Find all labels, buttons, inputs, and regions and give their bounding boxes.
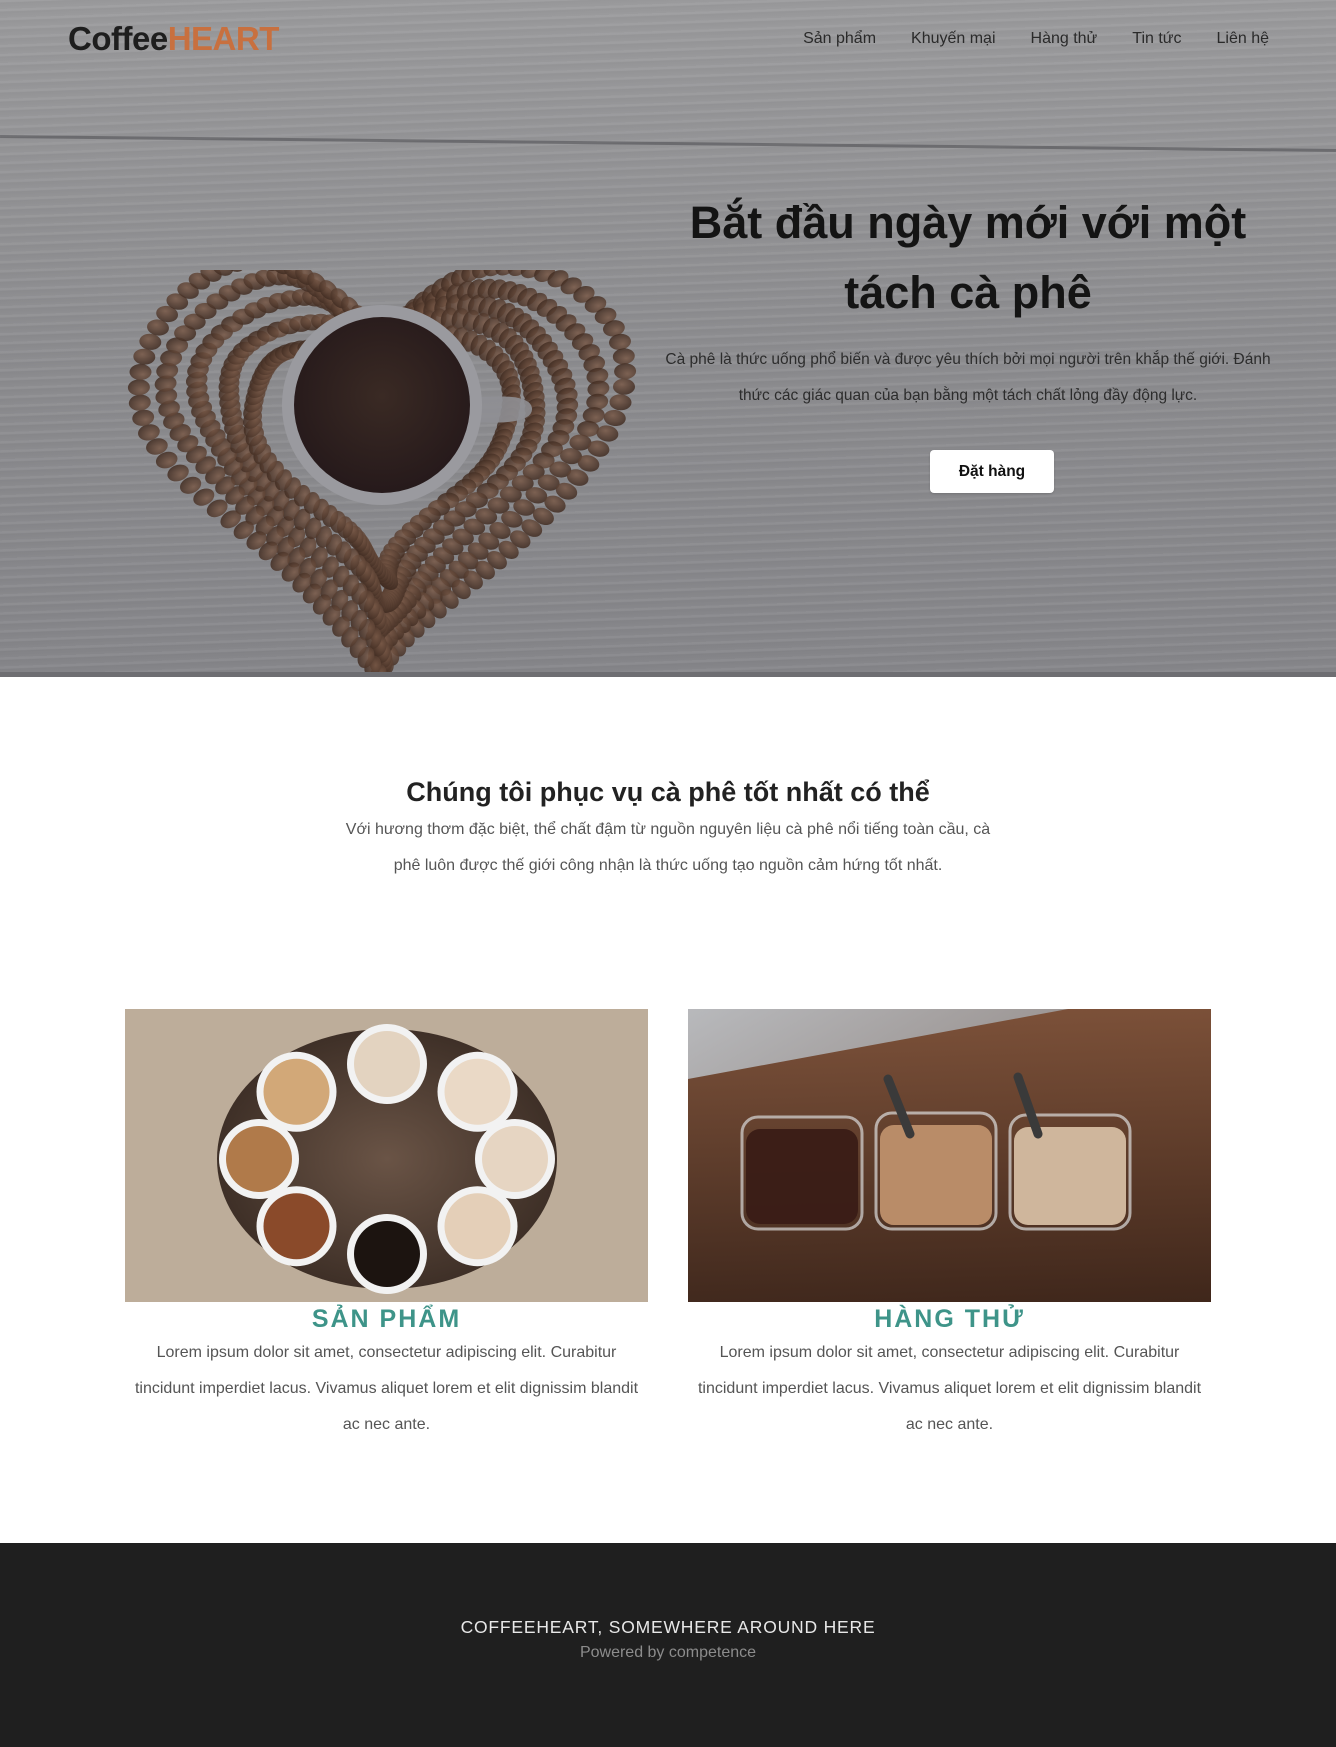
hero-description: Cà phê là thức uống phổ biến và được yêu…: [665, 351, 1271, 404]
hero-bottom-edge: [0, 672, 1336, 677]
intro-description: Với hương thơm đặc biệt, thể chất đậm từ…: [345, 821, 991, 874]
nav-item-tin-tuc[interactable]: Tin tức: [1132, 30, 1181, 48]
sample-card[interactable]: HÀNG THỬ Lorem ipsum dolor sit amet, con…: [688, 1009, 1211, 1443]
nav-item-san-pham[interactable]: Sản phẩm: [803, 30, 876, 48]
footer: COFFEEHEART, SOMEWHERE AROUND HERE Power…: [0, 1543, 1336, 1747]
coffee-beans-heart-image: [127, 270, 637, 677]
nav-item-khuyen-mai[interactable]: Khuyến mại: [911, 30, 996, 48]
product-card[interactable]: SẢN PHẨM Lorem ipsum dolor sit amet, con…: [125, 1009, 648, 1443]
product-card-title: SẢN PHẨM: [311, 1305, 462, 1333]
nav-item-lien-he[interactable]: Liên hệ: [1217, 30, 1270, 48]
sample-card-text: Lorem ipsum dolor sit amet, consectetur …: [697, 1344, 1202, 1433]
wood-plank-line: [0, 135, 1336, 152]
logo[interactable]: CoffeeHEART: [68, 20, 279, 58]
logo-text-coffee: Coffee: [68, 20, 168, 57]
hero-section: CoffeeHEART Sản phẩm Khuyến mại Hàng thử…: [0, 0, 1336, 677]
coffee-cups-table-image: [125, 1009, 648, 1302]
footer-title: COFFEEHEART, SOMEWHERE AROUND HERE: [460, 1617, 876, 1637]
coffee-glasses-image: [688, 1009, 1211, 1302]
logo-text-heart: HEART: [167, 20, 280, 57]
main-nav: Sản phẩm Khuyến mại Hàng thử Tin tức Liê…: [803, 30, 1269, 48]
nav-item-hang-thu[interactable]: Hàng thử: [1031, 30, 1098, 48]
order-button[interactable]: Đặt hàng: [930, 450, 1054, 493]
footer-subtitle: Powered by competence: [579, 1644, 757, 1661]
product-card-text: Lorem ipsum dolor sit amet, consectetur …: [134, 1344, 639, 1433]
intro-title: Chúng tôi phục vụ cà phê tốt nhất có thể: [406, 777, 930, 807]
sample-card-title: HÀNG THỬ: [874, 1305, 1025, 1333]
hero-title: Bắt đầu ngày mới với một tách cà phê: [689, 197, 1247, 318]
